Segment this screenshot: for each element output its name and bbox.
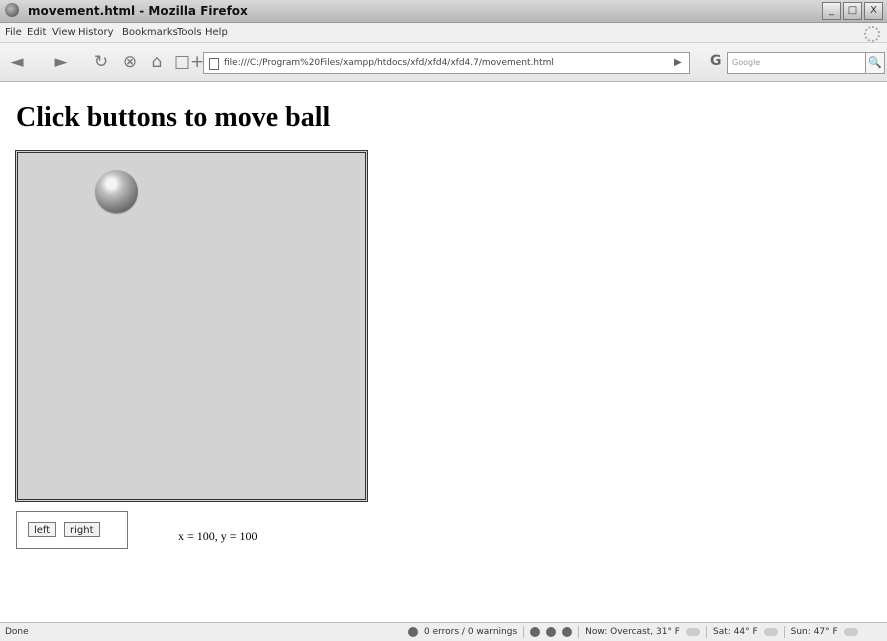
new-tab-icon[interactable]: □+: [174, 52, 204, 72]
google-search-engine-icon[interactable]: G: [710, 53, 722, 69]
status-indicators: 0 errors / 0 warnings Now: Overcast, 31°…: [408, 626, 858, 638]
controls-box: left right: [16, 511, 128, 549]
errors-icon: [408, 627, 418, 637]
minimize-button[interactable]: _: [822, 2, 841, 20]
status-bar: Done 0 errors / 0 warnings Now: Overcast…: [0, 622, 887, 641]
menu-history[interactable]: History: [78, 27, 114, 38]
forward-arrow-icon[interactable]: ►: [51, 52, 71, 72]
extension-icon[interactable]: [546, 627, 557, 637]
status-text: Done: [5, 627, 29, 637]
partly-cloudy-icon: [763, 628, 778, 636]
home-icon[interactable]: ⌂: [147, 52, 167, 72]
weather-now-text: Now: Overcast, 31° F: [585, 627, 680, 637]
menu-tools[interactable]: Tools: [177, 27, 202, 38]
go-arrow-icon[interactable]: ▶: [674, 57, 682, 68]
search-placeholder: Google: [732, 58, 761, 67]
status-separator: [783, 626, 785, 638]
page-icon: [209, 58, 219, 70]
menu-bookmarks[interactable]: Bookmarks: [122, 27, 178, 38]
maximize-button[interactable]: □: [843, 2, 862, 20]
window-controls: _ □ X: [822, 2, 883, 20]
right-button[interactable]: right: [64, 522, 100, 537]
stop-status-icon[interactable]: [562, 627, 573, 637]
address-bar[interactable]: file:///C:/Program%20Files/xampp/htdocs/…: [203, 52, 690, 74]
overcast-cloud-icon: [685, 628, 700, 636]
window-title: movement.html - Mozilla Firefox: [28, 4, 248, 18]
weather-sun-text: Sun: 47° F: [790, 627, 838, 637]
menu-view[interactable]: View: [52, 27, 76, 38]
back-arrow-icon[interactable]: ◄: [7, 52, 27, 72]
menu-bar: File Edit View History Bookmarks Tools H…: [0, 23, 887, 43]
errors-warnings-text[interactable]: 0 errors / 0 warnings: [424, 627, 517, 637]
menu-help[interactable]: Help: [205, 27, 228, 38]
firefox-icon: [5, 3, 19, 17]
ball: [95, 170, 138, 213]
weather-sat-text: Sat: 44° F: [712, 627, 758, 637]
status-separator: [523, 626, 525, 638]
page-content: Click buttons to move ball left right x …: [0, 82, 887, 622]
status-separator: [705, 626, 707, 638]
stop-icon[interactable]: ⊗: [120, 52, 140, 72]
navigation-toolbar: ◄ ► ↻ ⊗ ⌂ □+ file:///C:/Program%20Files/…: [0, 43, 887, 82]
close-button[interactable]: X: [864, 2, 883, 20]
search-input[interactable]: Google: [727, 52, 866, 74]
addon-icon[interactable]: [530, 627, 541, 637]
menu-file[interactable]: File: [5, 27, 22, 38]
ball-stage: [15, 150, 368, 502]
page-title: Click buttons to move ball: [16, 102, 331, 133]
coordinate-readout: x = 100, y = 100: [178, 529, 258, 543]
activity-throbber-icon: [864, 26, 880, 42]
menu-edit[interactable]: Edit: [27, 27, 46, 38]
title-bar: movement.html - Mozilla Firefox _ □ X: [0, 0, 887, 23]
reload-icon[interactable]: ↻: [91, 52, 111, 72]
url-text: file:///C:/Program%20Files/xampp/htdocs/…: [224, 58, 554, 68]
search-icon[interactable]: 🔍: [865, 52, 885, 74]
left-button[interactable]: left: [28, 522, 57, 537]
status-separator: [578, 626, 580, 638]
sun-cloud-icon: [843, 628, 858, 636]
